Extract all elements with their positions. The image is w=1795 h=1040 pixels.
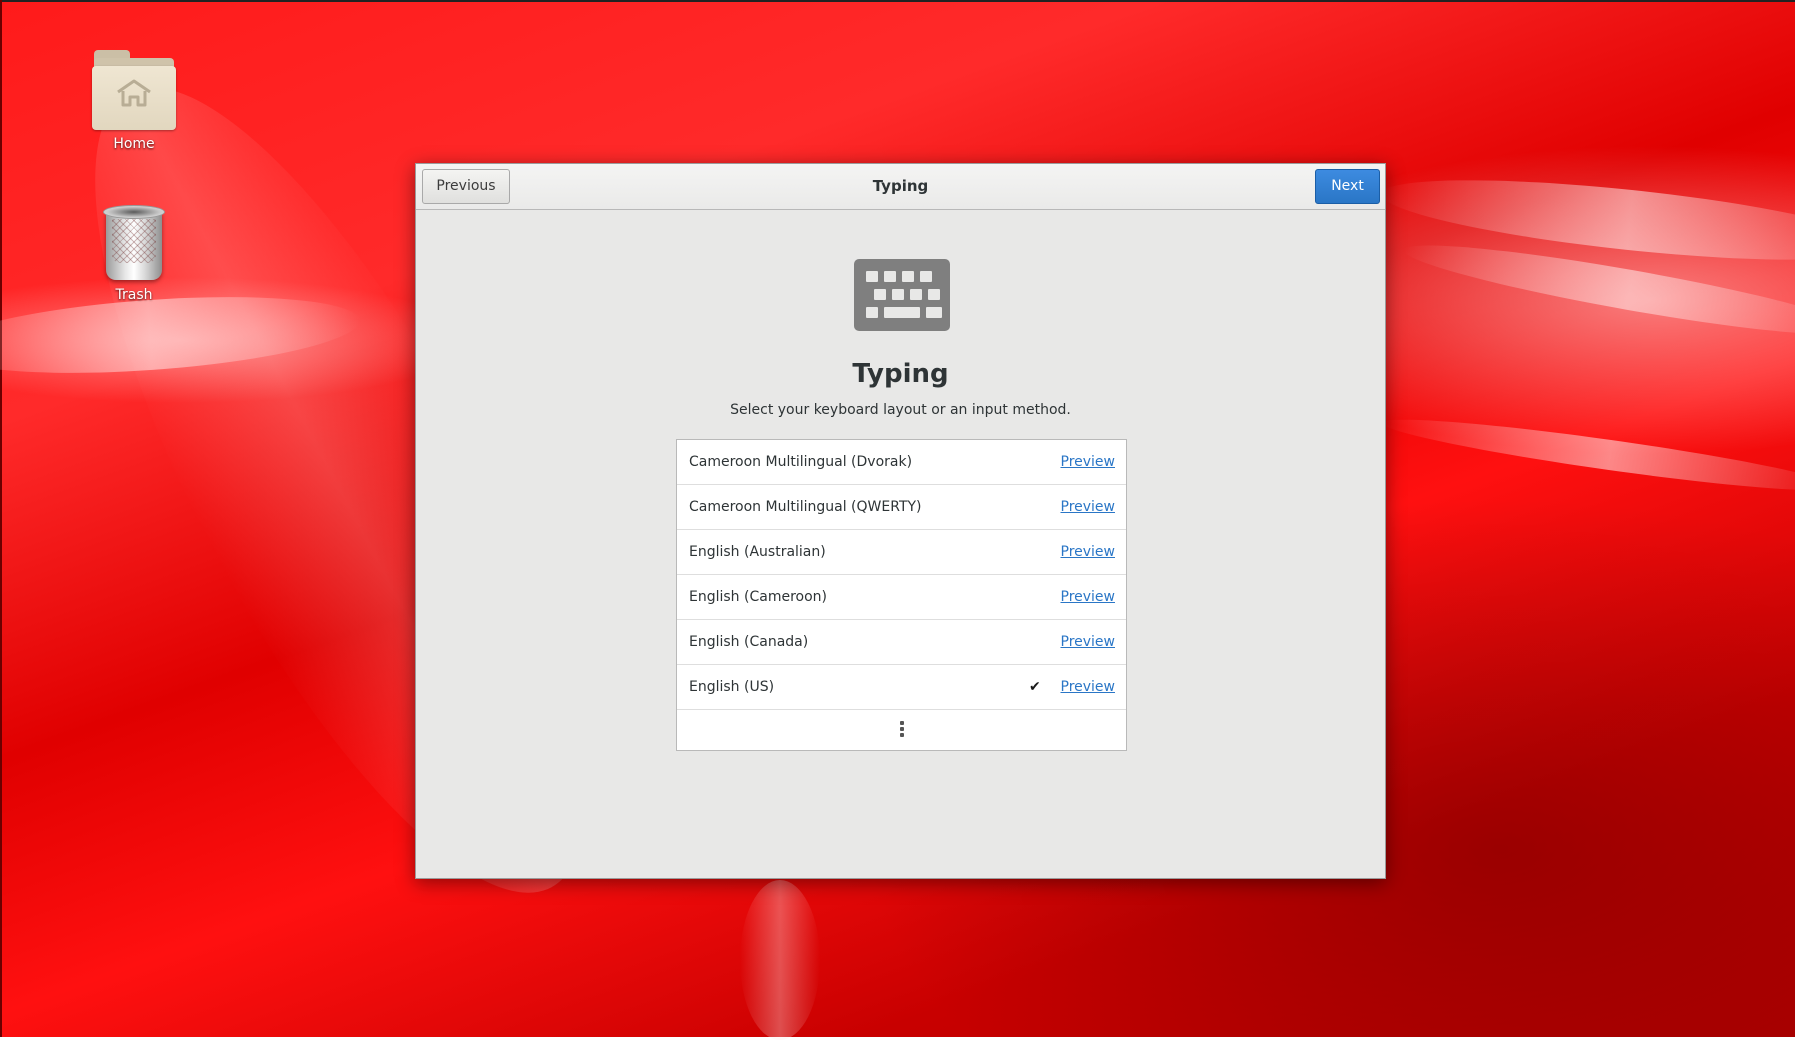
desktop-icon-label: Home — [113, 136, 155, 152]
left-edge — [0, 0, 2, 1037]
desktop-icon-label: Trash — [115, 287, 153, 303]
more-layouts-row[interactable] — [677, 710, 1126, 750]
layout-name: English (Canada) — [689, 634, 809, 650]
keyboard-icon — [854, 259, 950, 335]
page-subtitle: Select your keyboard layout or an input … — [730, 402, 1071, 418]
keyboard-layout-list: Cameroon Multilingual (Dvorak) Preview C… — [676, 439, 1127, 751]
light-streak — [1400, 230, 1795, 350]
desktop-icon-trash[interactable]: Trash — [79, 205, 189, 303]
layout-row[interactable]: English (Cameroon) Preview — [677, 575, 1126, 620]
layout-row[interactable]: English (Australian) Preview — [677, 530, 1126, 575]
layout-row-selected[interactable]: English (US) ✔ Preview — [677, 665, 1126, 710]
checkmark-icon: ✔ — [1029, 679, 1041, 695]
top-edge — [0, 0, 1795, 2]
desktop-background: Home Trash Previous Typing Next Typing S… — [0, 0, 1795, 1040]
preview-link[interactable]: Preview — [1061, 575, 1116, 619]
layout-row[interactable]: Cameroon Multilingual (QWERTY) Preview — [677, 485, 1126, 530]
layout-row[interactable]: Cameroon Multilingual (Dvorak) Preview — [677, 440, 1126, 485]
layout-name: Cameroon Multilingual (QWERTY) — [689, 499, 922, 515]
layout-name: Cameroon Multilingual (Dvorak) — [689, 454, 913, 470]
setup-dialog: Previous Typing Next Typing Select your … — [415, 163, 1386, 879]
dialog-header-title: Typing — [872, 177, 929, 195]
page-title: Typing — [852, 359, 949, 389]
layout-name: English (Australian) — [689, 544, 826, 560]
layout-row[interactable]: English (Canada) Preview — [677, 620, 1126, 665]
preview-link[interactable]: Preview — [1061, 485, 1116, 529]
trash-icon — [103, 205, 165, 281]
next-button[interactable]: Next — [1315, 169, 1380, 204]
dialog-headerbar: Previous Typing Next — [416, 164, 1385, 210]
preview-link[interactable]: Preview — [1061, 530, 1116, 574]
preview-link[interactable]: Preview — [1061, 620, 1116, 664]
light-streak — [1380, 408, 1795, 502]
layout-name: English (Cameroon) — [689, 589, 827, 605]
preview-link[interactable]: Preview — [1061, 440, 1116, 484]
layout-name: English (US) — [689, 679, 775, 695]
more-vertical-icon — [899, 721, 904, 739]
home-folder-icon — [92, 50, 176, 130]
previous-button[interactable]: Previous — [422, 169, 510, 204]
desktop-icon-home[interactable]: Home — [79, 50, 189, 152]
preview-link[interactable]: Preview — [1061, 665, 1116, 709]
light-streak — [740, 880, 820, 1040]
light-streak — [1378, 164, 1795, 276]
